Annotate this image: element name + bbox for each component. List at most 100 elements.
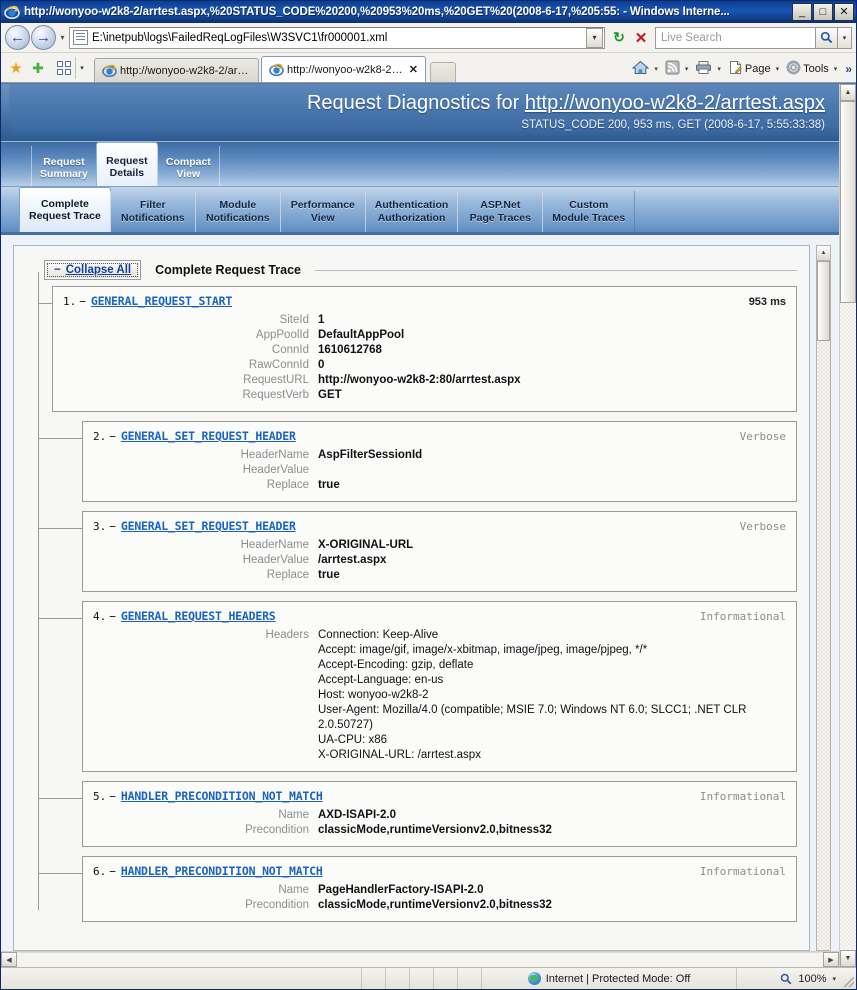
trace-entry-level: Informational [699,790,786,803]
tab-bar: ★ ✚ ▾ http://wonyoo-w2k8-2/arrte... http… [1,53,856,83]
tab-list-dropdown[interactable]: ▾ [75,57,88,79]
trace-entry-name[interactable]: GENERAL_SET_REQUEST_HEADER [121,429,296,443]
security-zone-label: Internet | Protected Mode: Off [545,972,691,985]
collapse-toggle-icon[interactable]: − [106,790,121,803]
close-icon[interactable]: ✕ [409,63,418,76]
browser-tabs: http://wonyoo-w2k8-2/arrte... http://won… [94,56,456,82]
zoom-dropdown-icon[interactable]: ▾ [832,975,836,983]
field-value: classicMode,runtimeVersionv2.0,bitness32 [318,899,552,911]
new-tab-button[interactable] [430,62,456,82]
scroll-track[interactable] [817,261,830,950]
minimize-button[interactable]: _ [792,3,812,21]
tools-menu-button[interactable]: Tools ▾ [784,60,842,78]
tab-compact-view[interactable]: Compact View [156,146,220,186]
scroll-right-icon[interactable]: ▶ [823,952,839,967]
search-dropdown-button[interactable]: ▾ [838,26,852,49]
page-horizontal-scrollbar[interactable]: ◀ ▶ [1,951,839,967]
resize-grip[interactable] [842,968,856,989]
tab-request-summary[interactable]: Request Summary [31,146,97,186]
tools-dropdown[interactable]: ▾ [831,65,841,73]
command-bar-overflow-icon[interactable]: » [842,62,852,76]
page-vertical-scrollbar[interactable]: ▲ ▼ [839,84,856,967]
tab-custom-module-traces-line1: Custom [569,199,609,211]
scroll-up-icon[interactable]: ▲ [840,84,856,101]
tab-custom-module-traces[interactable]: Custom Module Traces [542,191,636,232]
tab-complete-request-trace-line2: Request Trace [29,210,101,222]
scroll-left-icon[interactable]: ◀ [1,952,17,967]
search-box: Live Search ▾ [655,26,852,49]
scroll-down-icon[interactable]: ▼ [840,950,856,967]
trace-panel-scrollbar[interactable]: ▲ [816,245,831,951]
quick-tabs-icon[interactable] [53,57,75,79]
tab-authentication-authorization[interactable]: Authentication Authorization [364,191,459,232]
trace-entry[interactable]: 6. − HANDLER_PRECONDITION_NOT_MATCH Info… [39,856,797,922]
collapse-toggle-icon[interactable]: − [106,430,121,443]
search-icon[interactable] [815,26,838,49]
search-input[interactable]: Live Search [655,26,815,49]
field-row: Replace true [93,568,786,583]
tab-aspnet-page-traces[interactable]: ASP.Net Page Traces [457,191,544,232]
tab-request-details[interactable]: Request Details [95,142,158,186]
feeds-dropdown[interactable]: ▾ [682,65,692,73]
trace-entry-name[interactable]: HANDLER_PRECONDITION_NOT_MATCH [121,864,323,878]
scroll-thumb[interactable] [840,101,856,303]
trace-entry-name[interactable]: GENERAL_REQUEST_HEADERS [121,609,276,623]
tab-module-notifications-line2: Notifications [206,211,270,224]
field-value-line: X-ORIGINAL-URL: /arrtest.aspx [318,749,481,761]
collapse-toggle-icon[interactable]: − [106,520,121,533]
close-button[interactable]: ✕ [834,3,854,21]
scroll-thumb[interactable] [817,261,830,341]
browser-tab-2[interactable]: http://wonyoo-w2k8-2/a... ✕ [261,56,426,82]
refresh-icon[interactable]: ↻ [608,27,630,49]
favorites-center-icon[interactable]: ★ [5,57,27,79]
feeds-button[interactable]: ▾ [663,60,694,78]
browser-tab-1-label: http://wonyoo-w2k8-2/arrte... [120,64,251,77]
print-button[interactable]: ▾ [693,60,726,78]
stop-icon[interactable]: ✕ [630,27,652,49]
home-button[interactable]: ▾ [630,60,663,78]
collapse-toggle-icon[interactable]: − [106,610,121,623]
browser-tab-1[interactable]: http://wonyoo-w2k8-2/arrte... [94,58,259,82]
home-dropdown[interactable]: ▾ [651,65,661,73]
field-key: RequestVerb [242,389,310,401]
trace-entry[interactable]: 3. − GENERAL_SET_REQUEST_HEADER Verbose … [39,511,797,592]
trace-entry-name[interactable]: HANDLER_PRECONDITION_NOT_MATCH [121,789,323,803]
maximize-button[interactable]: □ [813,3,833,21]
tab-filter-notifications[interactable]: Filter Notifications [109,191,196,232]
tab-performance-view[interactable]: Performance View [279,191,366,232]
collapse-toggle-icon[interactable]: − [106,865,121,878]
page-menu-button[interactable]: Page ▾ [726,60,784,78]
trace-entry[interactable]: 5. − HANDLER_PRECONDITION_NOT_MATCH Info… [39,781,797,847]
tab-request-details-line2: Details [109,166,145,179]
field-row: AppPoolId DefaultAppPool [63,328,786,343]
horizontal-scroll-track[interactable] [17,952,823,967]
page-title-url[interactable]: http://wonyoo-w2k8-2/arrtest.aspx [525,92,825,114]
recent-pages-dropdown[interactable]: ▾ [56,27,69,49]
add-to-favorites-icon[interactable]: ✚ [27,57,49,79]
field-row: Name PageHandlerFactory-ISAPI-2.0 [93,883,786,898]
scroll-track[interactable] [840,101,856,950]
field-value [318,463,786,478]
field-key: AppPoolId [255,329,309,341]
back-button[interactable]: ← [5,25,30,50]
trace-entry-name[interactable]: GENERAL_SET_REQUEST_HEADER [121,519,296,533]
trace-entry[interactable]: 2. − GENERAL_SET_REQUEST_HEADER Verbose … [39,421,797,502]
trace-entry[interactable]: 4. − GENERAL_REQUEST_HEADERS Information… [39,601,797,772]
zoom-control[interactable]: 100% ▾ [737,968,842,989]
field-value-line: UA-CPU: x86 [318,734,388,746]
tab-complete-request-trace[interactable]: Complete Request Trace [19,187,111,232]
tab-module-notifications[interactable]: Module Notifications [194,191,281,232]
page-dropdown[interactable]: ▾ [773,65,783,73]
trace-entry[interactable]: 1. − GENERAL_REQUEST_START 953 ms SiteId… [39,286,797,412]
trace-entry-name[interactable]: GENERAL_REQUEST_START [91,294,232,308]
collapse-all-button[interactable]: − Collapse All [44,260,142,280]
collapse-toggle-icon[interactable]: − [76,295,91,308]
address-dropdown-button[interactable]: ▾ [586,27,603,48]
print-dropdown[interactable]: ▾ [714,65,724,73]
forward-button[interactable]: → [31,25,56,50]
scroll-up-icon[interactable]: ▲ [817,246,830,261]
field-key: Replace [266,479,309,491]
field-value: true [318,479,340,491]
security-zone-indicator[interactable]: Internet | Protected Mode: Off [482,968,737,989]
address-input[interactable]: E:\inetpub\logs\FailedReqLogFiles\W3SVC1… [69,26,605,49]
